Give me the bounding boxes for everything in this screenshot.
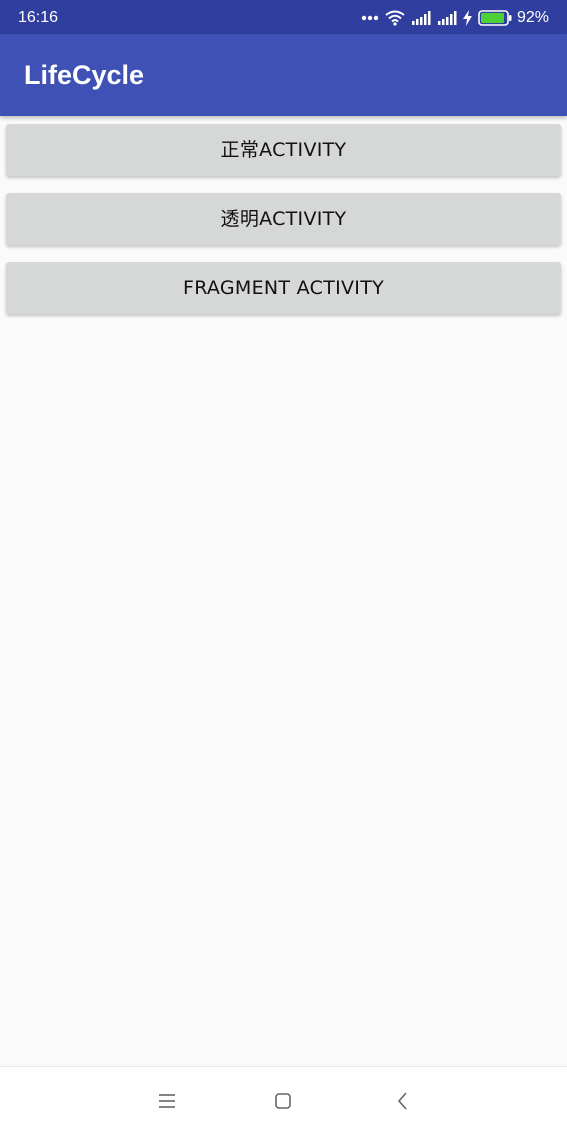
signal-icon <box>437 11 457 25</box>
back-chevron-icon[interactable] <box>392 1090 414 1112</box>
main-content: 正常ACTIVITY 透明ACTIVITY FRAGMENT ACTIVITY <box>0 116 567 1066</box>
normal-activity-button[interactable]: 正常ACTIVITY <box>6 124 561 176</box>
battery-percent: 92% <box>516 9 549 26</box>
wifi-icon <box>385 10 405 26</box>
fragment-activity-button[interactable]: FRAGMENT ACTIVITY <box>6 262 561 314</box>
battery-icon <box>478 10 512 26</box>
signal-icon <box>411 11 431 25</box>
app-bar: LifeCycle <box>0 34 567 116</box>
status-icons: 92% <box>355 7 549 29</box>
charging-icon <box>462 10 472 26</box>
status-bar: 16:16 92% <box>0 0 567 34</box>
transparent-activity-button[interactable]: 透明ACTIVITY <box>6 193 561 245</box>
menu-icon[interactable] <box>156 1090 178 1112</box>
more-dots-icon <box>361 15 379 21</box>
app-title: LifeCycle <box>24 60 145 90</box>
status-time: 16:16 <box>18 9 59 26</box>
home-square-icon[interactable] <box>272 1090 294 1112</box>
navigation-bar <box>0 1066 567 1134</box>
